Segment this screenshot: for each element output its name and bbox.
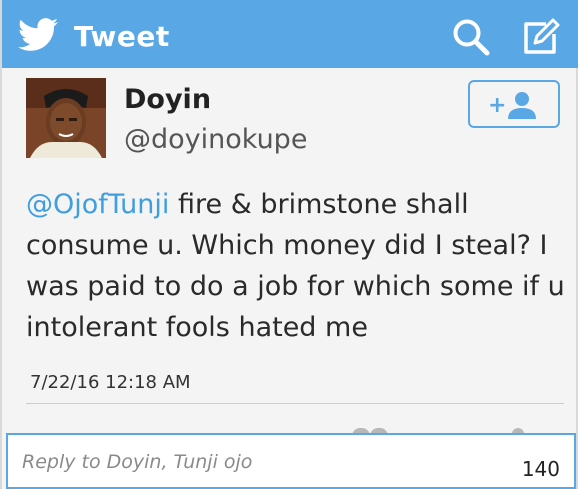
twitter-bird-icon [18, 18, 58, 51]
tweet-detail-screen: Tweet Doyin @doyinokupe + @OjofTunji fir… [0, 0, 578, 489]
follow-plus: + [488, 93, 506, 118]
reply-box[interactable]: Reply to Doyin, Tunji ojo 140 [6, 433, 576, 489]
tweet-text: @OjofTunji fire & brimstone shall consum… [26, 184, 566, 348]
mention-link[interactable]: @OjofTunji [26, 189, 169, 220]
tweet-timestamp: 7/22/16 12:18 AM [30, 372, 191, 393]
app-header: Tweet [2, 0, 578, 68]
search-icon[interactable] [450, 16, 492, 58]
avatar-photo [26, 78, 106, 158]
character-count: 140 [521, 457, 560, 481]
divider [26, 403, 564, 404]
avatar[interactable] [26, 78, 106, 158]
reply-placeholder[interactable]: Reply to Doyin, Tunji ojo [22, 451, 252, 473]
user-name[interactable]: Doyin [124, 84, 211, 115]
header-title: Tweet [74, 20, 170, 53]
follow-button[interactable]: + [468, 80, 560, 128]
add-user-icon: + [488, 92, 536, 119]
compose-icon[interactable] [520, 16, 560, 56]
user-handle[interactable]: @doyinokupe [124, 124, 307, 155]
